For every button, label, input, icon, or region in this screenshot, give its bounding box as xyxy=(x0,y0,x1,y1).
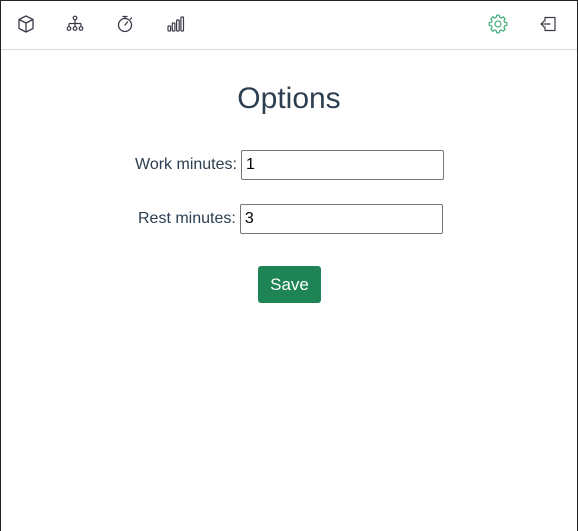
nav-sitemap-button[interactable] xyxy=(64,13,86,35)
nav-logout-button[interactable] xyxy=(537,13,559,35)
rest-minutes-input[interactable] xyxy=(239,204,443,234)
page-title: Options xyxy=(237,82,341,115)
save-button[interactable]: Save xyxy=(258,266,321,303)
cube-icon xyxy=(18,15,34,33)
bar-chart-icon xyxy=(167,16,185,32)
stopwatch-icon xyxy=(117,15,133,33)
nav-timer-button[interactable] xyxy=(114,13,136,35)
sitemap-icon xyxy=(66,15,84,31)
app-window: Options Work minutes: Rest minutes: Save xyxy=(0,0,578,531)
logout-icon xyxy=(540,16,556,32)
top-nav-bar xyxy=(1,1,577,50)
gear-icon xyxy=(488,14,508,34)
work-minutes-row: Work minutes: xyxy=(135,150,444,180)
work-minutes-input[interactable] xyxy=(240,150,444,180)
rest-minutes-label: Rest minutes: xyxy=(138,210,236,227)
nav-stats-button[interactable] xyxy=(164,13,186,35)
work-minutes-label: Work minutes: xyxy=(135,156,237,173)
nav-settings-button[interactable] xyxy=(487,13,509,35)
rest-minutes-row: Rest minutes: xyxy=(138,204,443,234)
nav-cube-button[interactable] xyxy=(15,13,37,35)
